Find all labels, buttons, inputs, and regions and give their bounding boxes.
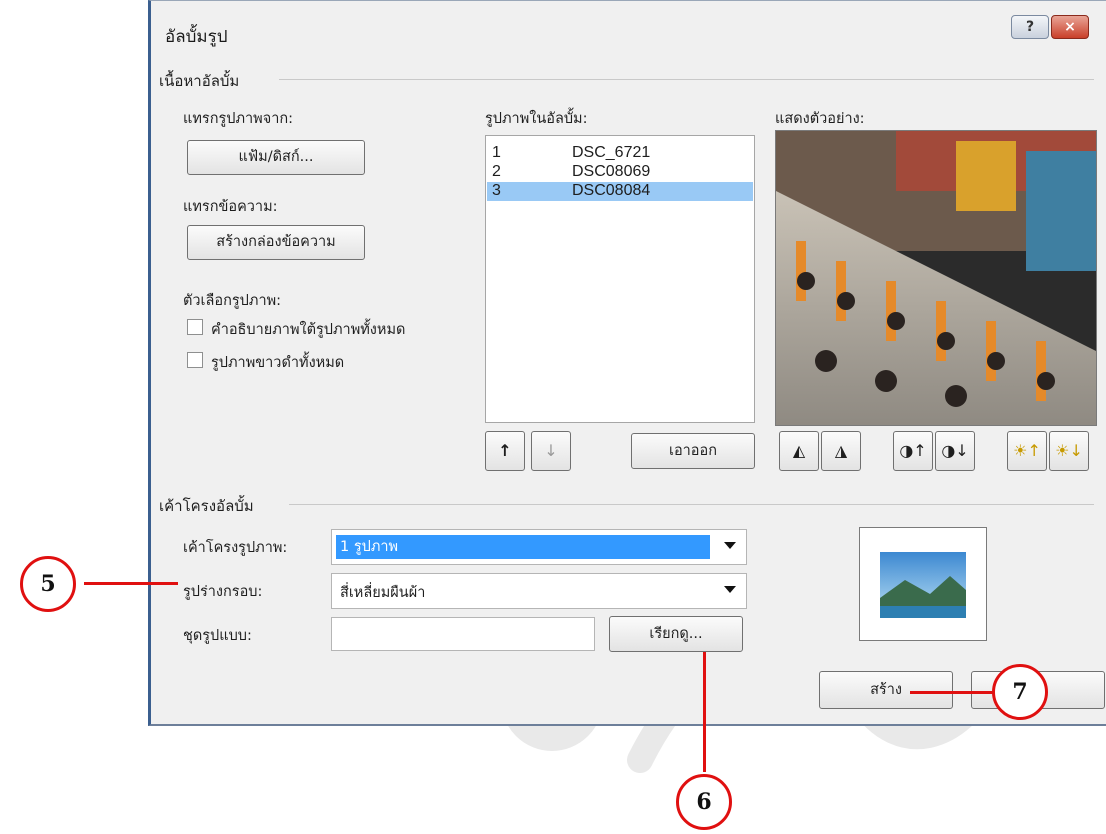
help-button[interactable]: ? — [1011, 15, 1049, 39]
callout-5-line — [84, 582, 178, 585]
new-textbox-button[interactable]: สร้างกล่องข้อความ — [187, 225, 365, 260]
photo-album-dialog: อัลบั้มรูป ? × เนื้อหาอัลบั้ม แทรกรูปภาพ… — [148, 0, 1106, 726]
contrast-down-icon[interactable]: ◑↓ — [935, 431, 975, 471]
file-disk-button[interactable]: แฟ้ม/ดิสก์... — [187, 140, 365, 175]
frame-shape-dropdown[interactable]: สี่เหลี่ยมผืนผ้า — [331, 573, 747, 609]
callout-7-line — [910, 691, 994, 694]
create-button[interactable]: สร้าง — [819, 671, 953, 709]
rotate-right-icon[interactable]: ◮ — [821, 431, 861, 471]
contrast-up-icon[interactable]: ◑↑ — [893, 431, 933, 471]
list-item-selected[interactable]: 3 DSC08084 — [487, 182, 753, 201]
callout-6: 6 — [676, 774, 732, 830]
preview-label: แสดงตัวอย่าง: — [775, 111, 865, 127]
frame-shape-value: สี่เหลี่ยมผืนผ้า — [340, 585, 426, 601]
move-up-button[interactable]: ↑ — [485, 431, 525, 471]
list-item[interactable]: 1 DSC_6721 — [487, 144, 753, 163]
picture-options-label: ตัวเลือกรูปภาพ: — [183, 293, 282, 309]
picture-number: 1 — [492, 144, 501, 161]
black-white-checkbox[interactable] — [187, 352, 203, 368]
browse-button[interactable]: เรียกดู... — [609, 616, 743, 652]
layout-preview-thumbnail — [880, 552, 966, 618]
picture-number: 3 — [492, 182, 501, 199]
frame-shape-label: รูปร่างกรอบ: — [183, 584, 263, 600]
section-divider — [279, 79, 1094, 80]
preview-photo — [776, 131, 1096, 425]
section-divider — [289, 504, 1094, 505]
pictures-listbox[interactable]: 1 DSC_6721 2 DSC08069 3 DSC08084 — [485, 135, 755, 423]
album-layout-section-title: เค้าโครงอัลบั้ม — [159, 497, 254, 515]
callout-5: 5 — [20, 556, 76, 612]
pictures-in-album-label: รูปภาพในอัลบั้ม: — [485, 111, 588, 127]
picture-name: DSC_6721 — [572, 144, 651, 161]
dialog-title: อัลบั้มรูป — [165, 27, 228, 47]
callout-6-line — [703, 652, 706, 772]
insert-picture-label: แทรกรูปภาพจาก: — [183, 111, 294, 127]
brightness-up-icon[interactable]: ☀↑ — [1007, 431, 1047, 471]
picture-layout-dropdown[interactable]: 1 รูปภาพ — [331, 529, 747, 565]
chevron-down-icon — [724, 586, 736, 593]
picture-layout-value: 1 รูปภาพ — [336, 535, 710, 559]
picture-name: DSC08084 — [572, 182, 651, 199]
theme-label: ชุดรูปแบบ: — [183, 628, 252, 644]
captions-checkbox[interactable] — [187, 319, 203, 335]
chevron-down-icon — [724, 542, 736, 549]
album-content-section-title: เนื้อหาอัลบั้ม — [159, 72, 240, 90]
list-item[interactable]: 2 DSC08069 — [487, 163, 753, 182]
brightness-down-icon[interactable]: ☀↓ — [1049, 431, 1089, 471]
insert-text-label: แทรกข้อความ: — [183, 199, 278, 215]
black-white-checkbox-label: รูปภาพขาวดำทั้งหมด — [211, 355, 345, 371]
layout-preview — [859, 527, 987, 641]
rotate-left-icon[interactable]: ◭ — [779, 431, 819, 471]
theme-input[interactable] — [331, 617, 595, 651]
callout-7: 7 — [992, 664, 1048, 720]
close-button[interactable]: × — [1051, 15, 1089, 39]
preview-image — [775, 130, 1097, 426]
picture-layout-label: เค้าโครงรูปภาพ: — [183, 540, 288, 556]
picture-name: DSC08069 — [572, 163, 651, 180]
captions-checkbox-label: คำอธิบายภาพใต้รูปภาพทั้งหมด — [211, 322, 406, 338]
picture-number: 2 — [492, 163, 501, 180]
move-down-button[interactable]: ↓ — [531, 431, 571, 471]
remove-button[interactable]: เอาออก — [631, 433, 755, 469]
